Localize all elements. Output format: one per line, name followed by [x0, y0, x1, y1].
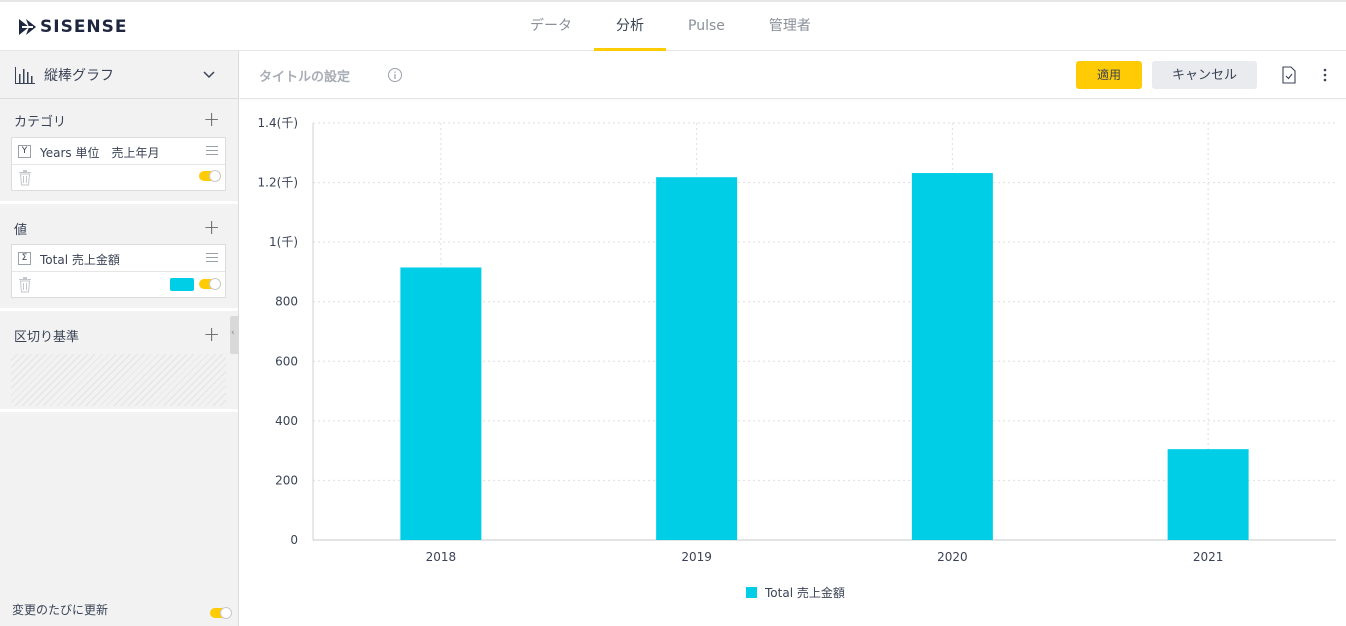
- y-tick-label: 1.4(千): [258, 116, 298, 130]
- chart-type-selector[interactable]: 縦棒グラフ: [0, 51, 238, 99]
- widget-title-bar: タイトルの設定 適用 キャンセル: [240, 51, 1346, 99]
- add-break-by-button[interactable]: +: [203, 324, 220, 344]
- main-tabs: データ 分析 Pulse 管理者: [508, 2, 833, 51]
- x-tick-label: 2020: [937, 550, 968, 564]
- top-navigation-bar: SISENSE データ 分析 Pulse 管理者: [0, 0, 1346, 51]
- tab-1[interactable]: 分析: [594, 2, 666, 51]
- bar-2020[interactable]: [911, 173, 993, 540]
- bar-2018[interactable]: [400, 267, 482, 540]
- y-tick-label: 0: [290, 533, 298, 547]
- drag-handle-icon[interactable]: [206, 253, 218, 263]
- field-type-badge: Σ: [18, 252, 31, 265]
- break-by-title: 区切り基準: [14, 330, 80, 345]
- add-value-button[interactable]: +: [203, 217, 220, 237]
- column-chart: 0 200 400 600 800 1(千) 1.2(千) 1.4(千) 2018 2019 202…: [258, 116, 1336, 564]
- value-field-name[interactable]: Total 売上金額: [40, 251, 120, 268]
- y-tick-label: 1(千): [269, 235, 298, 249]
- widget-preview-area: タイトルの設定 適用 キャンセル 0 200 400 600 800 1(千) 1.2(千)…: [240, 51, 1346, 626]
- trash-icon[interactable]: [18, 277, 32, 293]
- field-header: Y Years 単位 売上年月: [12, 138, 225, 165]
- tab-2[interactable]: Pulse: [666, 2, 747, 51]
- category-enabled-toggle[interactable]: [199, 170, 221, 182]
- collapse-panel-handle[interactable]: ‹: [230, 316, 239, 354]
- category-field[interactable]: Y Years 単位 売上年月: [11, 137, 226, 191]
- x-tick-label: 2018: [426, 550, 457, 564]
- x-tick-label: 2021: [1193, 550, 1224, 564]
- sisense-logo[interactable]: SISENSE: [18, 16, 128, 38]
- cancel-button[interactable]: キャンセル: [1152, 61, 1257, 89]
- field-header: Σ Total 売上金額: [12, 245, 225, 272]
- chart-legend: Total 売上金額: [746, 584, 845, 601]
- category-title: カテゴリ: [14, 115, 67, 130]
- auto-update-label: 変更のたびに更新: [12, 603, 109, 617]
- info-icon[interactable]: [387, 67, 403, 83]
- bar-chart-icon: [15, 66, 35, 84]
- break-by-drop-zone[interactable]: [11, 354, 226, 406]
- widget-editor-panel: 縦棒グラフ カテゴリ + Y Years 単位 売上年月 値 + Σ Total…: [0, 51, 239, 626]
- sisense-logo-icon: [19, 19, 36, 35]
- field-type-badge: Y: [18, 145, 31, 158]
- x-tick-label: 2019: [681, 550, 712, 564]
- chevron-left-icon: ‹: [231, 328, 235, 338]
- values-section: 値 + Σ Total 売上金額: [0, 207, 238, 311]
- category-field-name[interactable]: Years 単位 売上年月: [40, 144, 159, 161]
- y-tick-label: 400: [275, 414, 298, 428]
- add-category-button[interactable]: +: [203, 109, 220, 129]
- y-tick-label: 600: [275, 354, 298, 368]
- chevron-down-icon[interactable]: [202, 67, 216, 81]
- value-enabled-toggle[interactable]: [199, 278, 221, 290]
- break-by-section: 区切り基準 +: [0, 314, 238, 412]
- drag-handle-icon[interactable]: [206, 146, 218, 156]
- category-section: カテゴリ + Y Years 単位 売上年月: [0, 99, 238, 204]
- values-title: 値: [14, 223, 28, 238]
- tab-0[interactable]: データ: [508, 2, 594, 51]
- widget-title-input[interactable]: タイトルの設定: [259, 66, 350, 85]
- value-field[interactable]: Σ Total 売上金額: [11, 244, 226, 298]
- bar-2021[interactable]: [1167, 449, 1249, 540]
- bar-2019[interactable]: [656, 177, 738, 540]
- series-color-swatch[interactable]: [170, 278, 194, 291]
- auto-update-toggle[interactable]: [210, 607, 232, 619]
- chart-type-label: 縦棒グラフ: [44, 67, 114, 84]
- trash-icon[interactable]: [18, 170, 32, 186]
- y-tick-label: 800: [275, 295, 298, 309]
- legend-label[interactable]: Total 売上金額: [765, 584, 845, 601]
- apply-button[interactable]: 適用: [1076, 61, 1142, 89]
- export-file-icon[interactable]: [1281, 66, 1297, 84]
- legend-swatch: [746, 587, 757, 598]
- logo-text: SISENSE: [40, 17, 128, 37]
- y-tick-label: 1.2(千): [258, 176, 298, 190]
- more-options-icon[interactable]: [1320, 67, 1330, 83]
- tab-3[interactable]: 管理者: [747, 2, 833, 51]
- y-tick-label: 200: [275, 473, 298, 487]
